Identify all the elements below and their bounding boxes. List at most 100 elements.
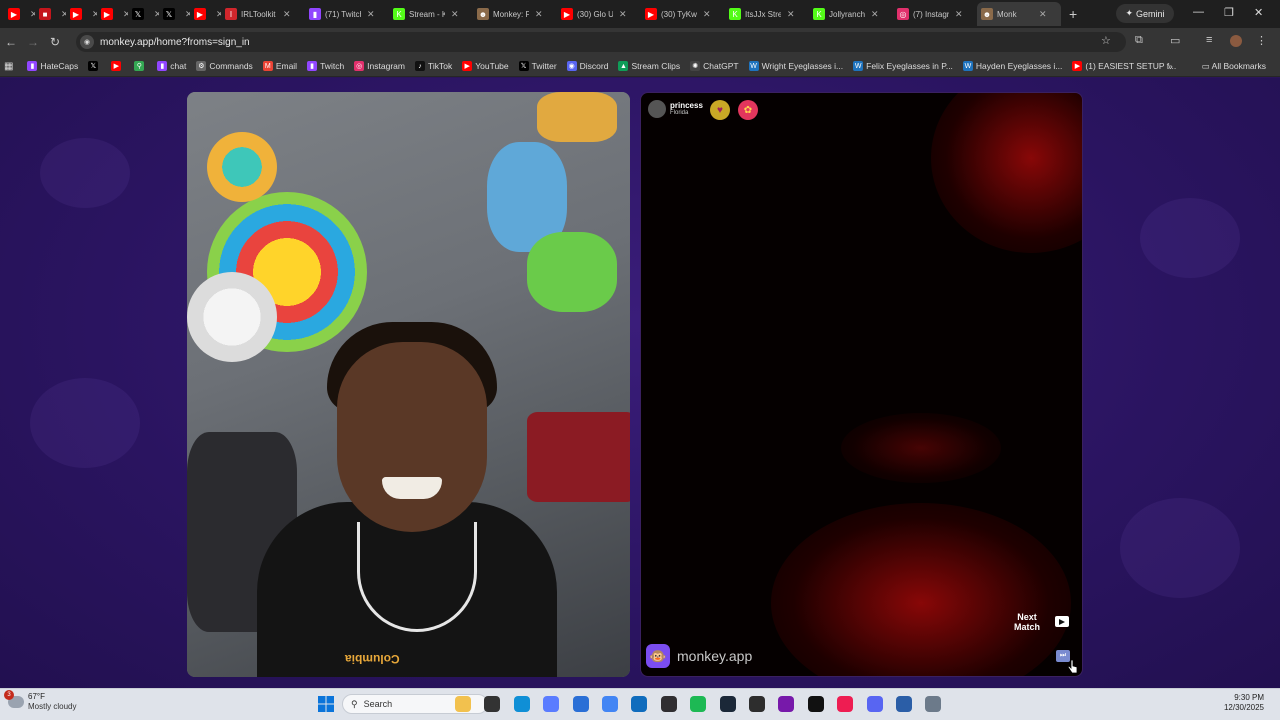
browser-tab[interactable]: 𝕏 ✕ xyxy=(128,2,159,26)
bookmark-label: HateCaps xyxy=(40,61,79,71)
bookmark-label: Felix Eyeglasses in P... xyxy=(866,61,953,71)
browser-tab[interactable]: I IRLToolkit ✕ xyxy=(221,2,305,26)
bookmark-item[interactable]: ▶ YouTube xyxy=(462,61,509,71)
cast-icon[interactable]: ▭ xyxy=(1170,34,1180,47)
bookmark-item[interactable]: ▶ (1) EASIEST SETUP f... xyxy=(1072,61,1176,71)
file-explorer-icon[interactable] xyxy=(455,696,471,712)
browser-tab[interactable]: ▶ ✕ xyxy=(97,2,128,26)
minimize-icon[interactable]: — xyxy=(1193,6,1204,18)
next-match-button[interactable]: Next Match xyxy=(1014,612,1040,632)
gift-badge-icon[interactable]: ✿ xyxy=(738,100,758,120)
xbox-icon[interactable] xyxy=(749,696,765,712)
back-icon[interactable]: ← xyxy=(0,35,22,49)
bookmark-item[interactable]: ▮ Twitch xyxy=(307,61,344,71)
url-text[interactable]: monkey.app/home?froms=sign_in xyxy=(100,37,250,48)
bookmark-item[interactable]: W Hayden Eyeglasses i... xyxy=(962,61,1062,71)
tiktok-icon[interactable] xyxy=(837,696,854,712)
bookmark-item[interactable]: ◎ Instagram xyxy=(354,61,405,71)
browser-tab[interactable]: ▶ ✕ xyxy=(66,2,97,26)
settings-icon[interactable] xyxy=(925,696,942,712)
bookmark-item[interactable]: ♪ TikTok xyxy=(414,61,452,71)
maximize-icon[interactable]: ❐ xyxy=(1224,6,1234,19)
bookmark-item[interactable]: ✺ ChatGPT xyxy=(690,61,739,71)
bookmark-item[interactable]: W Felix Eyeglasses in P... xyxy=(853,61,953,71)
x-icon: 𝕏 xyxy=(163,8,175,20)
discord-icon[interactable] xyxy=(866,696,883,712)
reload-icon[interactable]: ↻ xyxy=(44,35,66,49)
browser-tab[interactable]: ▶ ✕ xyxy=(190,2,221,26)
outlook-icon[interactable] xyxy=(631,696,648,712)
onenote-icon[interactable] xyxy=(778,696,795,712)
forward-icon[interactable]: → xyxy=(22,35,44,49)
x-icon: 𝕏 xyxy=(88,61,99,71)
browser-tab[interactable]: ■ ✕ xyxy=(35,2,66,26)
browser-tab[interactable]: K Jollyranch ✕ xyxy=(809,2,893,26)
monkey-icon: ☻ xyxy=(477,8,489,20)
windows-start-icon[interactable] xyxy=(318,696,334,712)
more-bookmarks-button[interactable]: » xyxy=(1168,61,1173,71)
bookmark-item[interactable]: ▮ chat xyxy=(157,61,186,71)
extensions-icon[interactable]: ⧉ xyxy=(1135,34,1143,47)
edge-icon[interactable] xyxy=(513,696,530,712)
bookmark-label: Wright Eyeglasses i... xyxy=(761,61,844,71)
close-window-icon[interactable]: ✕ xyxy=(1254,6,1263,19)
bookmark-item[interactable]: ⚲ xyxy=(134,61,147,71)
browser-tab[interactable]: ◎ (7) Instagr ✕ xyxy=(893,2,977,26)
gemini-button[interactable]: ✦ Gemini xyxy=(1116,4,1174,23)
weather-widget[interactable]: 3 67°F Mostly cloudy xyxy=(4,690,76,712)
browser-tab[interactable]: ▮ (71) Twitch ✕ xyxy=(305,2,389,26)
twitch-icon: ▮ xyxy=(27,61,38,71)
browser-tab[interactable]: ☻ Monk ✕ xyxy=(977,2,1061,26)
partner-info[interactable]: princess Florida xyxy=(648,100,703,118)
bookmark-item[interactable]: ▮ HateCaps xyxy=(27,61,78,71)
obs-icon[interactable] xyxy=(660,696,677,712)
browser-tab[interactable]: ☻ Monkey: F ✕ xyxy=(473,2,557,26)
store-icon[interactable] xyxy=(572,696,589,712)
bookmark-item[interactable]: ⚙ Commands xyxy=(196,61,253,71)
browser-tab[interactable]: K ItsJJx Stre ✕ xyxy=(725,2,809,26)
cloud-icon: 3 xyxy=(4,690,24,708)
steam-icon[interactable] xyxy=(719,696,736,712)
system-clock[interactable]: 9:30 PM 12/30/2025 xyxy=(1224,693,1264,713)
chrome-icon[interactable] xyxy=(602,696,618,712)
browser-tab[interactable]: ▶ (30) TyKw ✕ xyxy=(641,2,725,26)
close-tab-icon[interactable]: ✕ xyxy=(703,9,711,20)
close-tab-icon[interactable]: ✕ xyxy=(451,9,459,20)
menu-kebab-icon[interactable]: ⋮ xyxy=(1256,34,1267,47)
close-tab-icon[interactable]: ✕ xyxy=(619,9,627,20)
browser-tab[interactable]: ▶ ✕ xyxy=(4,2,35,26)
next-match-icon[interactable] xyxy=(1055,616,1069,627)
bookmark-item[interactable]: ▶ xyxy=(111,61,124,71)
bookmark-item[interactable]: W Wright Eyeglasses i... xyxy=(748,61,844,71)
bookmark-item[interactable]: M Email xyxy=(262,61,297,71)
spotify-icon[interactable] xyxy=(690,696,707,712)
partner-avatar[interactable] xyxy=(648,100,666,118)
heart-badge-icon[interactable]: ♥ xyxy=(710,100,730,120)
bookmark-item[interactable]: 𝕏 xyxy=(88,61,101,71)
profile-avatar[interactable] xyxy=(1230,35,1242,47)
taskview-icon[interactable] xyxy=(484,696,501,712)
apps-grid-icon[interactable]: ▦ xyxy=(4,61,13,72)
remote-desktop-icon[interactable] xyxy=(896,696,912,712)
browser-tab[interactable]: K Stream - K ✕ xyxy=(389,2,473,26)
close-tab-icon[interactable]: ✕ xyxy=(871,9,879,20)
all-bookmarks-button[interactable]: ▭ All Bookmarks xyxy=(1202,61,1266,72)
copilot-icon[interactable] xyxy=(543,696,560,712)
close-tab-icon[interactable]: ✕ xyxy=(787,9,795,20)
media-controls-icon[interactable]: ≡ xyxy=(1206,34,1212,46)
close-tab-icon[interactable]: ✕ xyxy=(955,9,963,20)
bookmark-item[interactable]: ▲ Stream Clips xyxy=(618,61,680,71)
bookmark-item[interactable]: ◉ Discord xyxy=(566,61,608,71)
bookmark-item[interactable]: 𝕏 Twitter xyxy=(518,61,557,71)
close-tab-icon[interactable]: ✕ xyxy=(535,9,543,20)
close-tab-icon[interactable]: ✕ xyxy=(283,9,291,20)
close-tab-icon[interactable]: ✕ xyxy=(1039,9,1047,20)
browser-tab[interactable]: ▶ (30) Glo U ✕ xyxy=(557,2,641,26)
new-tab-button[interactable]: + xyxy=(1069,6,1077,22)
bookmark-star-icon[interactable]: ☆ xyxy=(1101,34,1111,47)
site-info-icon[interactable]: ◉ xyxy=(80,35,94,49)
capcut-icon[interactable] xyxy=(807,696,824,712)
address-bar[interactable]: ◉ monkey.app/home?froms=sign_in xyxy=(76,32,1126,52)
close-tab-icon[interactable]: ✕ xyxy=(367,9,375,20)
browser-tab[interactable]: 𝕏 ✕ xyxy=(159,2,190,26)
